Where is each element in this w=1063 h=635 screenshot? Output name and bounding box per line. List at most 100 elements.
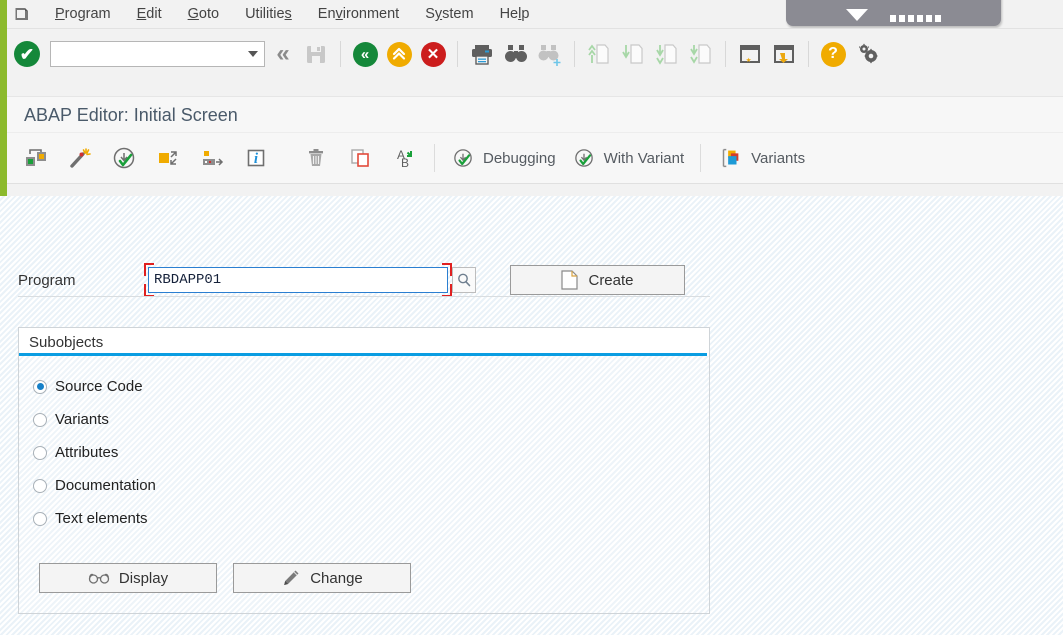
wand-button[interactable] [58, 139, 102, 177]
menu-item-utilities[interactable]: Utilities [232, 0, 305, 28]
page-first-icon [588, 44, 609, 64]
find-button[interactable] [499, 37, 533, 71]
change-label: Change [310, 569, 363, 587]
menu-item-help[interactable]: Help [487, 0, 543, 28]
previous-page-button [616, 37, 650, 71]
back-green-button[interactable]: « [348, 37, 382, 71]
toolbar-separator [457, 41, 458, 67]
generate-button[interactable] [190, 139, 234, 177]
page-title: ABAP Editor: Initial Screen [24, 104, 238, 125]
glasses-icon [88, 573, 110, 584]
svg-text:B: B [401, 156, 409, 170]
menu-item-system[interactable]: System [412, 0, 486, 28]
back-button[interactable]: « [265, 37, 299, 71]
menu-item-environment[interactable]: Environment [305, 0, 412, 28]
customize-button[interactable] [850, 37, 884, 71]
first-page-button [582, 37, 616, 71]
radio-variants[interactable]: Variants [33, 403, 709, 436]
grip-dots-icon [890, 15, 941, 22]
radio-label: Source Code [55, 378, 143, 395]
object-navigator-button[interactable] [14, 139, 58, 177]
cancel-button[interactable]: ✕ [416, 37, 450, 71]
chevron-down-icon [846, 9, 868, 21]
create-button[interactable]: Create [510, 265, 685, 295]
subobjects-accent-rule [19, 353, 707, 356]
sap-gui-window: PProgramrogram Edit Goto Utilities Envir… [0, 0, 1063, 635]
rename-icon: A B [397, 148, 412, 170]
print-button[interactable] [465, 37, 499, 71]
window-control-widget[interactable] [786, 0, 1001, 26]
window-star-icon [740, 45, 760, 63]
info-button[interactable]: i [234, 139, 278, 177]
question-mark-icon: ? [820, 41, 846, 67]
radio-documentation[interactable]: Documentation [33, 469, 709, 502]
create-shortcut-button[interactable] [767, 37, 801, 71]
copy-button[interactable] [338, 139, 382, 177]
close-x-icon: ✕ [420, 41, 446, 67]
other-object-icon [159, 151, 177, 165]
create-label: Create [588, 271, 634, 289]
variants-label: Variants [751, 149, 806, 167]
radio-source-code[interactable]: Source Code [33, 370, 709, 403]
variants-button[interactable]: Variants [709, 139, 813, 177]
double-chevron-up-icon [386, 41, 412, 67]
radio-attributes[interactable]: Attributes [33, 436, 709, 469]
radio-indicator [33, 511, 47, 526]
menu-item-program[interactable]: PProgramrogram [42, 0, 124, 28]
copy-icon [351, 149, 369, 167]
debugging-button[interactable]: Debugging [443, 139, 564, 177]
focus-marker-top-left [144, 263, 154, 276]
change-button[interactable]: Change [233, 563, 411, 593]
system-menu-icon[interactable] [14, 6, 32, 22]
generate-icon [203, 151, 224, 166]
binoculars-icon [505, 45, 527, 62]
gears-icon [859, 43, 878, 64]
title-bar: ABAP Editor: Initial Screen [0, 96, 1063, 133]
save-disk-icon [307, 46, 325, 63]
page-last-icon [690, 44, 711, 64]
menu-item-edit[interactable]: Edit [124, 0, 175, 28]
chevron-down-icon[interactable] [248, 51, 258, 57]
other-object-button[interactable] [146, 139, 190, 177]
toolbar-separator [700, 144, 702, 172]
program-field-wrapper [144, 263, 452, 297]
value-help-button[interactable] [452, 267, 476, 293]
page-previous-icon [622, 44, 643, 64]
object-navigator-icon [26, 149, 46, 166]
subobjects-action-row: Display Change [39, 563, 411, 593]
radio-label: Attributes [55, 444, 119, 461]
form-divider [18, 296, 710, 297]
radio-indicator [33, 478, 47, 493]
command-field[interactable] [50, 41, 265, 67]
binoculars-plus-icon [538, 45, 561, 66]
subobjects-radio-group: Source Code Variants Attributes Document… [19, 356, 709, 535]
with-variant-label: With Variant [603, 149, 685, 167]
printer-icon [472, 45, 492, 65]
create-session-button[interactable] [733, 37, 767, 71]
exit-button[interactable] [382, 37, 416, 71]
display-label: Display [118, 569, 169, 587]
radio-indicator [33, 445, 47, 460]
debug-execute-icon [454, 149, 472, 167]
ok-check-icon[interactable]: ✔ [14, 41, 40, 67]
double-chevron-left-icon: « [276, 40, 289, 67]
with-variant-button[interactable]: With Variant [564, 139, 693, 177]
delete-button[interactable] [294, 139, 338, 177]
system-toolbar: ✔ « « ✕ ? [0, 28, 1063, 79]
last-page-button [684, 37, 718, 71]
rename-button[interactable]: A B [382, 139, 426, 177]
program-input[interactable] [148, 267, 448, 293]
help-button[interactable]: ? [816, 37, 850, 71]
toolbar-separator [725, 41, 726, 67]
check-execute-button[interactable] [102, 139, 146, 177]
back-arrow-icon: « [352, 41, 378, 67]
subobjects-group: Subobjects Source Code Variants Attribut… [18, 327, 710, 614]
radio-text-elements[interactable]: Text elements [33, 502, 709, 535]
menu-item-goto[interactable]: Goto [175, 0, 232, 28]
radio-label: Text elements [55, 510, 148, 527]
display-button[interactable]: Display [39, 563, 217, 593]
search-magnifier-icon [458, 273, 471, 287]
page-next-icon [656, 44, 677, 65]
focus-marker-top-right [442, 263, 452, 276]
program-label: Program [18, 271, 76, 289]
